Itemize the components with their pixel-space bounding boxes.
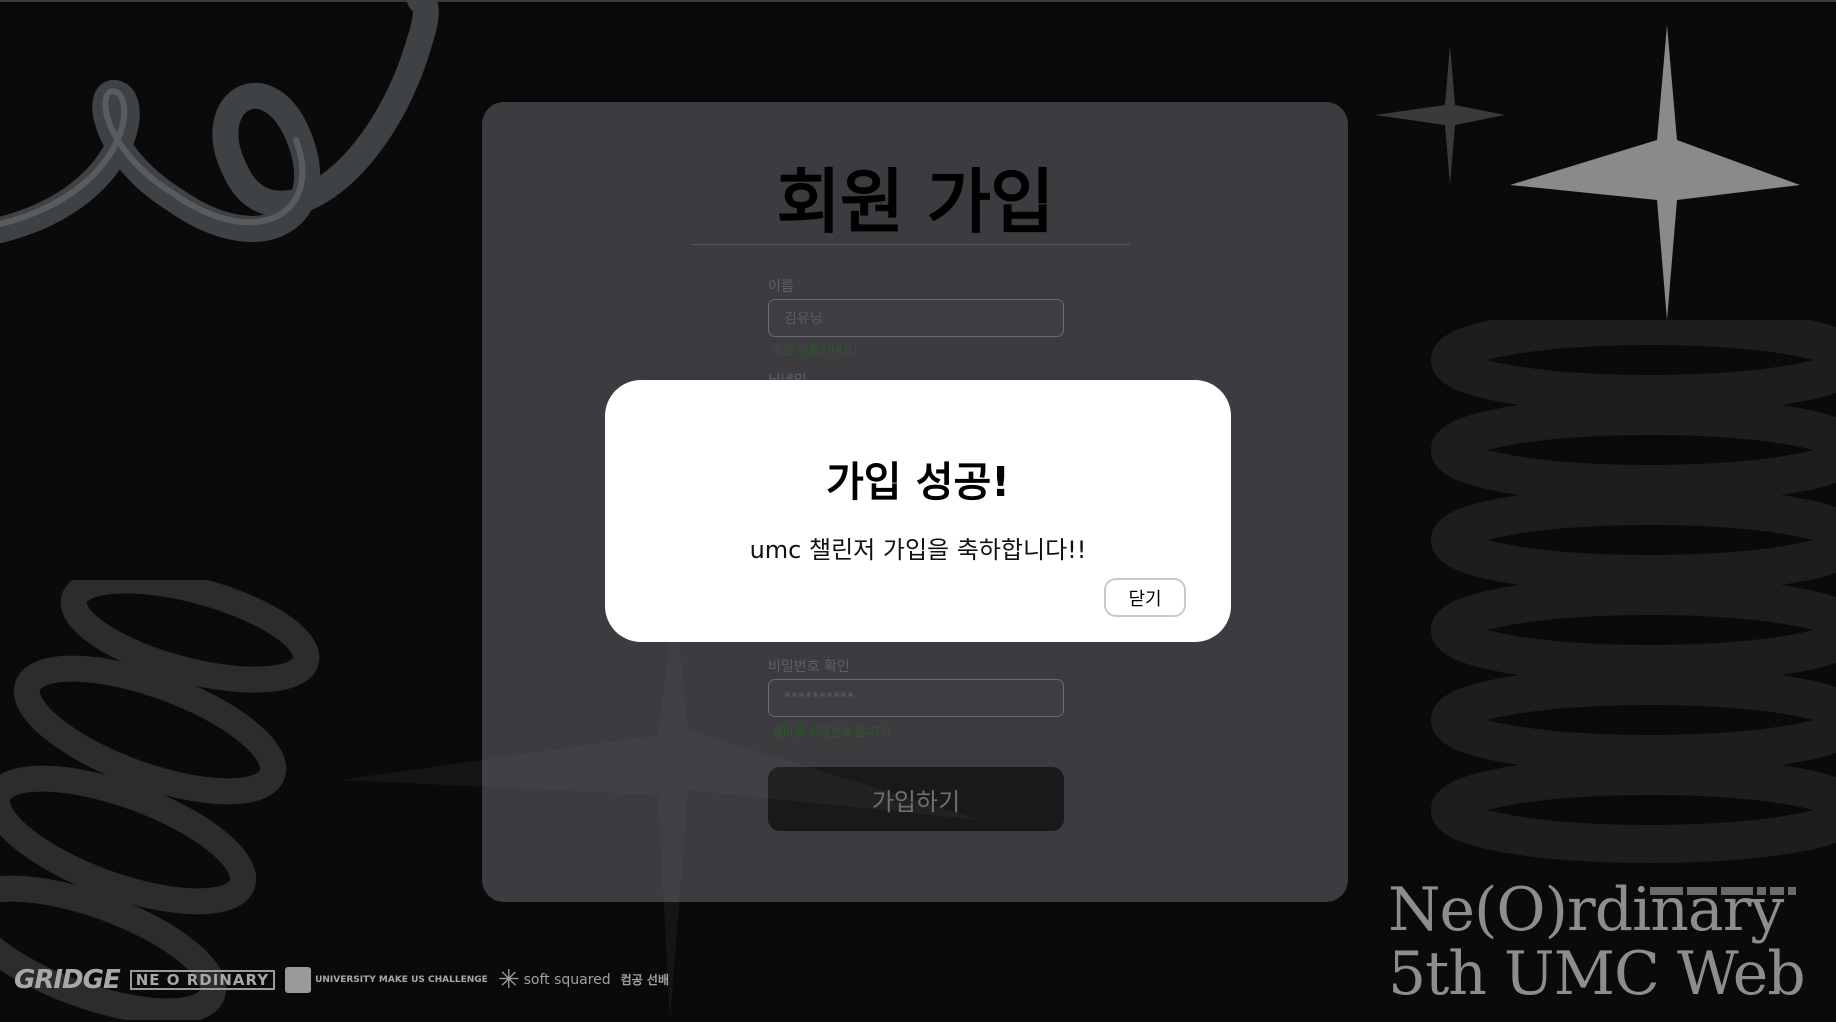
signup-title: 회원 가입 — [776, 161, 1055, 243]
gridge-logo: GRIDGE — [14, 965, 121, 995]
name-input[interactable] — [768, 299, 1064, 337]
password-confirm-validation-message: 올바른 비밀번호입니다! — [772, 725, 892, 739]
brand-mini-logos — [1650, 885, 1796, 897]
umc-logo-text: UNIVERSITY MAKE US CHALLENGE — [315, 974, 488, 985]
password-confirm-input[interactable] — [768, 679, 1064, 717]
name-validation-message: 멋진 이름이네요! — [772, 343, 858, 357]
signup-submit-button[interactable]: 가입하기 — [768, 767, 1064, 831]
brand-title-line2: 5th UMC Web — [1388, 939, 1806, 1009]
softsquared-burst-icon: ✳ — [497, 964, 520, 995]
brand-title: Ne(O)rdinary 5th UMC Web — [1388, 878, 1808, 1006]
name-label: 이름 — [768, 279, 794, 295]
title-divider — [692, 244, 1130, 245]
umc-logo: UNIVERSITY MAKE US CHALLENGE — [285, 967, 488, 993]
top-border — [0, 0, 1836, 2]
success-modal: 가입 성공! umc 챌린저 가입을 축하합니다!! 닫기 — [605, 380, 1231, 642]
softsquared-logo: ✳ soft squared — [497, 964, 611, 995]
sponsor-logos: GRIDGE NE O RDINARY UNIVERSITY MAKE US C… — [14, 962, 669, 998]
password-confirm-label: 비밀번호 확인 — [768, 659, 850, 675]
modal-message: umc 챌린저 가입을 축하합니다!! — [749, 536, 1087, 564]
softsquared-text: soft squared — [523, 971, 611, 988]
neordinary-logo: NE O RDINARY — [129, 970, 276, 990]
kg-logo: 컴공 선배 — [620, 972, 670, 987]
chrome-spring-decoration — [1431, 320, 1836, 863]
chrome-coil-decoration — [0, 0, 439, 243]
close-button[interactable]: 닫기 — [1104, 578, 1186, 617]
modal-title: 가입 성공! — [826, 458, 1010, 506]
umc-mark-icon — [285, 967, 312, 993]
star-sparkle-decoration — [1375, 25, 1800, 320]
chrome-chain-decoration — [0, 580, 320, 1020]
